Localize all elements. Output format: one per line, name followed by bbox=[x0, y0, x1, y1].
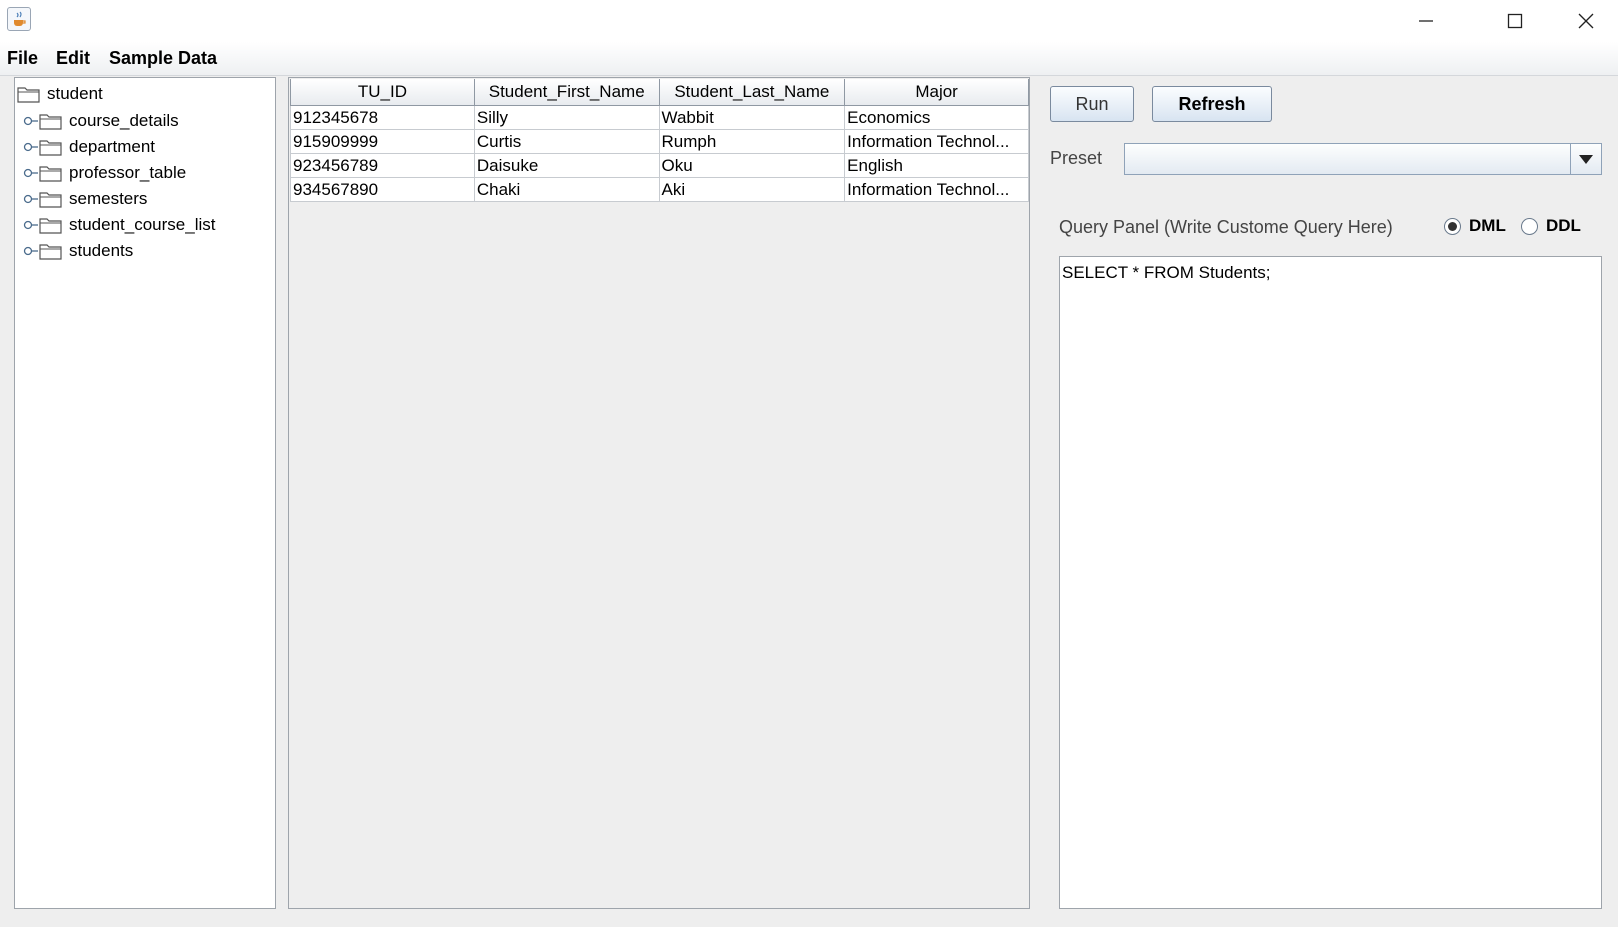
folder-icon bbox=[39, 218, 62, 234]
query-panel-label: Query Panel (Write Custome Query Here) bbox=[1059, 217, 1393, 237]
expand-toggle-icon[interactable] bbox=[23, 214, 39, 236]
expand-toggle-icon[interactable] bbox=[23, 240, 39, 262]
table-cell[interactable]: Rumph bbox=[658, 129, 846, 154]
table-cell[interactable]: Silly bbox=[473, 105, 660, 130]
folder-open-icon bbox=[17, 87, 40, 103]
minimize-button[interactable] bbox=[1392, 0, 1460, 42]
table-cell[interactable]: Information Technol... bbox=[844, 129, 1029, 154]
table-cell[interactable]: 934567890 bbox=[290, 177, 475, 202]
dml-radio-label: DML bbox=[1469, 216, 1506, 235]
menu-sample-data[interactable]: Sample Data bbox=[109, 48, 217, 69]
column-header[interactable]: Student_First_Name bbox=[473, 79, 660, 106]
expand-toggle-icon[interactable] bbox=[23, 110, 39, 132]
close-icon bbox=[1578, 13, 1594, 29]
tree-item-professor-table[interactable]: professor_table bbox=[23, 162, 186, 184]
results-panel: TU_ID Student_First_Name Student_Last_Na… bbox=[288, 77, 1030, 909]
query-editor[interactable]: SELECT * FROM Students; bbox=[1059, 256, 1602, 909]
dml-radio-button[interactable] bbox=[1444, 217, 1461, 235]
tree-item-label: department bbox=[69, 137, 155, 156]
close-button[interactable] bbox=[1552, 0, 1618, 42]
maximize-icon bbox=[1507, 13, 1523, 29]
java-app-icon bbox=[7, 7, 31, 31]
table-cell[interactable]: 923456789 bbox=[290, 153, 475, 178]
table-cell[interactable]: Information Technol... bbox=[844, 177, 1029, 202]
table-cell[interactable]: 912345678 bbox=[290, 105, 475, 130]
table-cell[interactable]: 915909999 bbox=[290, 129, 475, 154]
column-header[interactable]: TU_ID bbox=[290, 79, 475, 106]
tree-root-label: student bbox=[47, 84, 103, 103]
preset-dropdown[interactable] bbox=[1124, 143, 1602, 175]
table-cell[interactable]: English bbox=[844, 153, 1029, 178]
table-row[interactable]: 923456789 Daisuke Oku English bbox=[290, 153, 1029, 178]
table-cell[interactable]: Oku bbox=[658, 153, 846, 178]
tree-item-semesters[interactable]: semesters bbox=[23, 188, 147, 210]
preset-label: Preset bbox=[1050, 148, 1103, 168]
tree-item-label: semesters bbox=[69, 189, 148, 208]
chevron-down-icon bbox=[1579, 154, 1593, 164]
ddl-radio-option[interactable]: DDL bbox=[1521, 216, 1581, 236]
minimize-icon bbox=[1419, 20, 1433, 22]
folder-icon bbox=[39, 166, 62, 182]
table-row[interactable]: 915909999 Curtis Rumph Information Techn… bbox=[290, 129, 1029, 154]
maximize-button[interactable] bbox=[1481, 0, 1549, 42]
expand-toggle-icon[interactable] bbox=[23, 136, 39, 158]
expand-toggle-icon[interactable] bbox=[23, 188, 39, 210]
table-cell[interactable]: Curtis bbox=[473, 129, 660, 154]
folder-icon bbox=[39, 140, 62, 156]
ddl-radio-label: DDL bbox=[1546, 216, 1581, 235]
folder-icon bbox=[39, 114, 62, 130]
ddl-radio-button[interactable] bbox=[1521, 217, 1538, 235]
table-header-row: TU_ID Student_First_Name Student_Last_Na… bbox=[290, 79, 1029, 106]
tree-item-label: course_details bbox=[69, 111, 179, 130]
column-header[interactable]: Student_Last_Name bbox=[658, 79, 846, 106]
dml-radio-option[interactable]: DML bbox=[1444, 216, 1506, 236]
tree-item-label: students bbox=[69, 241, 134, 260]
menu-bar: File Edit Sample Data bbox=[0, 42, 1618, 76]
tree-item-course-details[interactable]: course_details bbox=[23, 110, 179, 132]
table-row[interactable]: 934567890 Chaki Aki Information Technol.… bbox=[290, 177, 1029, 202]
menu-edit[interactable]: Edit bbox=[56, 48, 90, 69]
folder-icon bbox=[39, 244, 62, 260]
tree-root-student[interactable]: student bbox=[17, 83, 103, 105]
table-cell[interactable]: Chaki bbox=[473, 177, 660, 202]
menu-file[interactable]: File bbox=[7, 48, 38, 69]
refresh-button[interactable]: Refresh bbox=[1152, 86, 1272, 122]
tree-item-label: professor_table bbox=[69, 163, 187, 182]
dropdown-arrow-button[interactable] bbox=[1570, 144, 1601, 174]
table-cell[interactable]: Wabbit bbox=[658, 105, 846, 130]
table-cell[interactable]: Economics bbox=[844, 105, 1029, 130]
expand-toggle-icon[interactable] bbox=[23, 162, 39, 184]
column-header[interactable]: Major bbox=[844, 79, 1029, 106]
tree-item-label: student_course_list bbox=[69, 215, 216, 234]
title-bar bbox=[0, 0, 1618, 42]
run-button[interactable]: Run bbox=[1050, 86, 1134, 122]
schema-tree: student course_details department profes… bbox=[14, 77, 276, 909]
results-table: TU_ID Student_First_Name Student_Last_Na… bbox=[290, 79, 1029, 202]
tree-item-department[interactable]: department bbox=[23, 136, 155, 158]
folder-icon bbox=[39, 192, 62, 208]
table-cell[interactable]: Aki bbox=[658, 177, 846, 202]
tree-item-students[interactable]: students bbox=[23, 240, 133, 262]
table-row[interactable]: 912345678 Silly Wabbit Economics bbox=[290, 105, 1029, 130]
tree-item-student-course-list[interactable]: student_course_list bbox=[23, 214, 215, 236]
table-cell[interactable]: Daisuke bbox=[473, 153, 660, 178]
